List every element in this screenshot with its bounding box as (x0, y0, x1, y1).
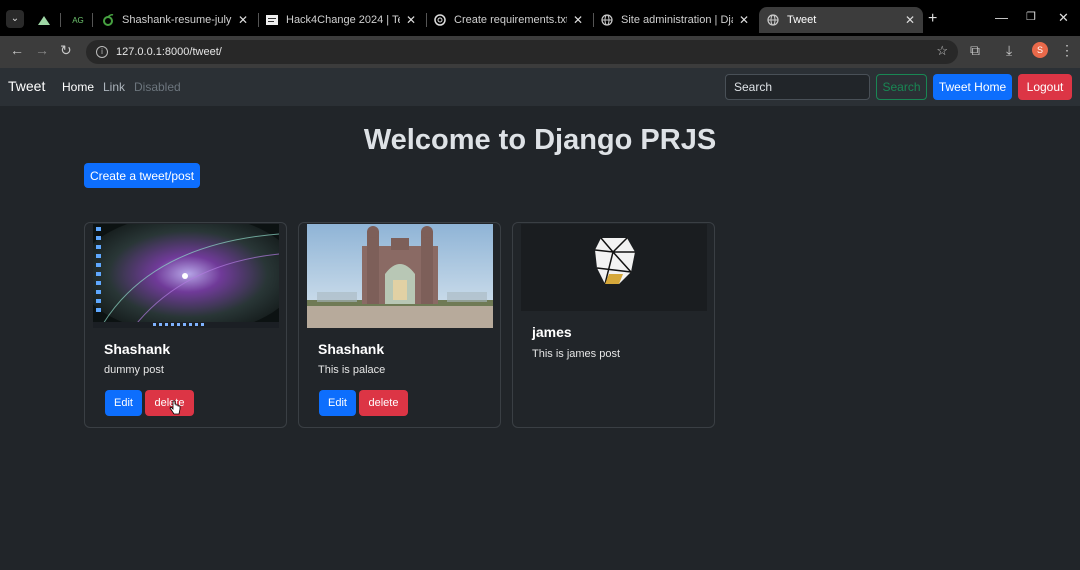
delete-button[interactable]: delete (359, 390, 408, 416)
card-username: Shashank (104, 341, 171, 357)
pinned-tab-ag[interactable]: AG (62, 7, 90, 33)
tab-separator (60, 13, 61, 27)
close-icon[interactable]: ✕ (573, 13, 583, 27)
card-text: This is palace (318, 364, 386, 376)
hand-cursor-icon (169, 400, 181, 415)
tweet-card: Shashank This is palace Edit delete (298, 222, 501, 428)
tweet-card: james This is james post (512, 222, 715, 428)
url-text: 127.0.0.1:8000/tweet/ (116, 46, 222, 58)
edit-button[interactable]: Edit (105, 390, 142, 416)
close-icon[interactable]: ✕ (406, 13, 416, 27)
page-title: Welcome to Django PRJS (363, 124, 717, 156)
tab-title: Hack4Change 2024 | Team Dash (286, 14, 400, 26)
tab-title: Shashank-resume-july -update (122, 14, 232, 26)
tab-tweet[interactable]: Tweet ✕ (759, 7, 923, 33)
tab-site-admin[interactable]: Site administration | Django site ✕ (593, 7, 757, 33)
nav-link[interactable]: Link (103, 80, 125, 94)
search-button[interactable]: Search (876, 74, 927, 100)
overleaf-icon (102, 14, 114, 26)
mountain-icon (38, 14, 50, 26)
new-tab-icon[interactable]: + (928, 10, 937, 28)
chatgpt-icon (434, 14, 446, 26)
tab-title: Tweet (787, 14, 817, 26)
globe-icon (767, 14, 779, 26)
menu-icon[interactable]: ⋮ (1060, 42, 1074, 59)
tweet-home-button[interactable]: Tweet Home (933, 74, 1012, 100)
tab-separator (92, 13, 93, 27)
logout-button[interactable]: Logout (1018, 74, 1072, 100)
close-icon[interactable]: ✕ (739, 13, 749, 27)
card-username: james (532, 324, 572, 340)
create-tweet-button[interactable]: Create a tweet/post (84, 163, 200, 188)
card-username: Shashank (318, 341, 385, 357)
search-input[interactable] (725, 74, 870, 100)
tab-requirements[interactable]: Create requirements.txt in Djan ✕ (426, 7, 591, 33)
ag-icon: AG (72, 15, 84, 25)
download-icon[interactable]: ⤓ (1006, 42, 1012, 59)
tab-resume[interactable]: Shashank-resume-july -update ✕ (94, 7, 256, 33)
navbar: Tweet Home Link Disabled Search Tweet Ho… (0, 68, 1080, 106)
card-text: This is james post (532, 348, 621, 360)
browser-tab-strip: ⌄ AG Shashank-resume-july -update ✕ Hack… (0, 0, 1080, 36)
desktop-wallpaper-image (93, 224, 279, 328)
back-icon[interactable]: ← (10, 42, 24, 58)
tab-search-icon[interactable]: ⌄ (6, 10, 24, 28)
triangle-logo-image (521, 224, 707, 311)
pinned-tab-mountain[interactable] (30, 7, 56, 33)
tab-hack4change[interactable]: Hack4Change 2024 | Team Dash ✕ (258, 7, 424, 33)
close-icon[interactable]: ✕ (905, 13, 915, 27)
navbar-brand[interactable]: Tweet (8, 78, 45, 94)
close-window-icon[interactable]: ✕ (1058, 10, 1069, 26)
browser-toolbar: ← → ↻ i 127.0.0.1:8000/tweet/ ☆ ⧉ ⤓ ⋮ (0, 36, 1080, 68)
palace-image (307, 224, 493, 328)
nav-disabled-link: Disabled (134, 80, 181, 94)
profile-avatar[interactable]: S (1032, 42, 1048, 58)
tweet-card: Shashank dummy post Edit delete (84, 222, 287, 428)
edit-button[interactable]: Edit (319, 390, 356, 416)
bookmark-star-icon[interactable]: ☆ (936, 43, 948, 59)
doc-icon (266, 14, 278, 26)
extensions-icon[interactable]: ⧉ (970, 42, 980, 59)
restore-icon[interactable]: ❐ (1026, 10, 1036, 23)
tab-title: Create requirements.txt in Djan (454, 14, 567, 26)
card-text: dummy post (104, 364, 164, 376)
globe-icon (601, 14, 613, 26)
close-icon[interactable]: ✕ (238, 13, 248, 27)
nav-home-link[interactable]: Home (62, 80, 94, 94)
minimize-icon[interactable]: — (995, 10, 1008, 25)
reload-icon[interactable]: ↻ (60, 42, 72, 59)
forward-icon[interactable]: → (35, 42, 49, 58)
address-bar[interactable]: i 127.0.0.1:8000/tweet/ ☆ (86, 40, 958, 64)
tab-title: Site administration | Django site (621, 14, 733, 26)
site-info-icon[interactable]: i (96, 46, 108, 58)
